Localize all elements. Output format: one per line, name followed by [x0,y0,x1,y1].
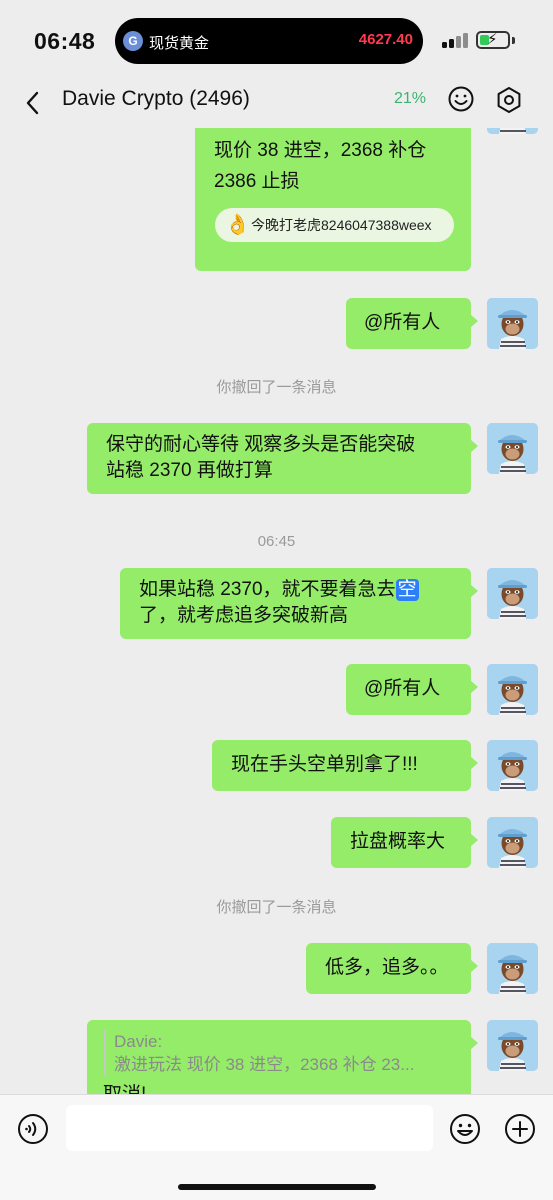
back-icon[interactable] [22,88,44,118]
message-bubble[interactable]: 拉盘概率大 [331,817,478,868]
message-text: 如果站稳 2370，就不要着急去 [139,579,396,600]
system-message: 你撤回了一条消息 [216,899,337,916]
ape-avatar [487,423,538,474]
avatar[interactable] [487,943,538,994]
message-text: 现价 38 进空，2368 补仓 [214,140,427,161]
message-bubble[interactable]: 现在手头空单别拿了!!! [212,740,478,791]
ok-hand-icon: 👌 [225,214,250,236]
ape-avatar [487,298,538,349]
message-text: 低多，追多。。 [325,957,449,978]
referral-text: 今晚打老虎8246047388weex [251,217,432,233]
message-bubble[interactable]: 低多，追多。。 [306,943,478,994]
nav-bar: Davie Crypto (2496) 21% [0,82,553,128]
avatar[interactable] [487,817,538,868]
status-time: 06:48 [34,28,96,54]
voice-icon[interactable] [17,1113,49,1145]
message-text: @所有人 [364,678,441,699]
message-input[interactable] [66,1105,433,1151]
cellular-signal-icon [442,32,468,48]
avatar[interactable] [487,740,538,791]
avatar[interactable] [487,423,538,474]
message-text: @所有人 [364,312,441,333]
home-indicator[interactable] [178,1184,376,1190]
ape-avatar [487,1020,538,1071]
chat-area[interactable]: 现价 38 进空，2368 补仓 2386 止损 👌 今晚打老虎82460473… [0,128,553,1094]
message-bubble[interactable]: Davie: 激进玩法 现价 38 进空，2368 补仓 23... 取消! [87,1020,478,1094]
quoted-message[interactable]: Davie: 激进玩法 现价 38 进空，2368 补仓 23... [104,1030,457,1076]
message-text: 取消! [103,1082,146,1094]
input-bar [0,1094,553,1200]
island-label: 现货黄金 [149,35,210,52]
quote-text: 激进玩法 现价 38 进空，2368 补仓 23... [114,1055,415,1074]
message-bubble[interactable]: @所有人 [346,298,478,349]
status-bar: 06:48 G 现货黄金 4627.40 ⚡ [0,0,553,82]
kong-emoji: 空 [395,579,419,601]
message-bubble[interactable]: 现价 38 进空，2368 补仓 2386 止损 👌 今晚打老虎82460473… [195,128,471,271]
dynamic-island[interactable]: G 现货黄金 4627.40 [115,18,423,64]
ape-avatar [487,740,538,791]
plus-icon[interactable] [504,1113,536,1145]
gold-app-icon: G [123,31,143,51]
system-message: 你撤回了一条消息 [216,379,337,396]
message-text: 现在手头空单别拿了!!! [231,754,418,775]
ape-avatar [487,817,538,868]
emoji-icon[interactable] [447,85,475,113]
avatar[interactable] [487,568,538,619]
avatar[interactable] [487,664,538,715]
avatar[interactable] [487,1020,538,1071]
chat-title: Davie Crypto (2496) [62,87,250,110]
ape-avatar [487,128,538,134]
battery-percent: 21% [394,90,427,107]
message-text: 站稳 2370 再做打算 [106,460,273,481]
message-bubble[interactable]: 保守的耐心等待 观察多头是否能突破 站稳 2370 再做打算 [87,423,478,494]
message-text: 2386 止损 [214,171,300,192]
message-text: 拉盘概率大 [350,831,446,852]
settings-icon[interactable] [494,85,524,115]
quote-author: Davie: [114,1032,163,1051]
ape-avatar [487,568,538,619]
message-bubble[interactable]: 如果站稳 2370，就不要着急去空 了，就考虑追多突破新高 [120,568,478,639]
message-text: 了，就考虑追多突破新高 [139,605,349,626]
message-text: 保守的耐心等待 观察多头是否能突破 [106,434,416,455]
avatar[interactable] [487,298,538,349]
emoji-icon[interactable] [449,1113,481,1145]
ape-avatar [487,943,538,994]
battery-icon: ⚡ [476,31,510,49]
avatar[interactable] [487,128,538,134]
island-price: 4627.40 [358,31,413,48]
referral-chip[interactable]: 👌 今晚打老虎8246047388weex [215,208,454,242]
message-bubble[interactable]: @所有人 [346,664,478,715]
time-divider: 06:45 [257,533,296,550]
ape-avatar [487,664,538,715]
message-text-line: 如果站稳 2370，就不要着急去空 [139,577,419,603]
